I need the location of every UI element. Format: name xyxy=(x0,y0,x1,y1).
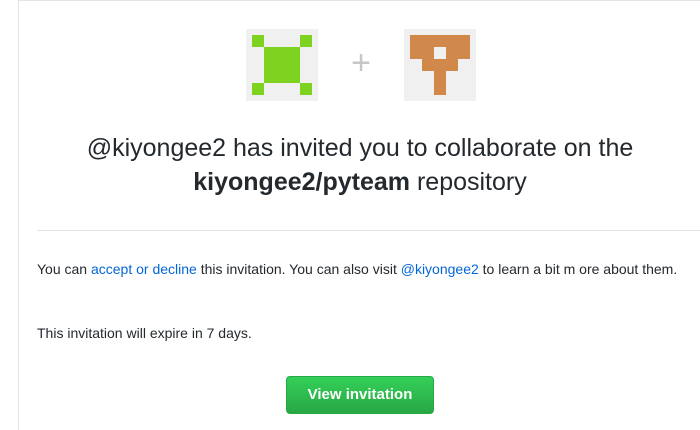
avatar-row: + xyxy=(19,29,700,101)
headline-line-2: kiyongee2/pyteam repository xyxy=(19,165,700,199)
invitation-headline: @kiyongee2 has invited you to collaborat… xyxy=(19,131,700,199)
repository-name: kiyongee2/pyteam xyxy=(193,168,411,196)
repository-avatar xyxy=(404,29,476,101)
invitation-email-card: + @kiyongee2 has invited you to collabor… xyxy=(18,0,700,430)
message-text-2: this invitation. You can also visit xyxy=(196,261,401,277)
headline-repo-suffix: repository xyxy=(410,168,527,196)
inviter-profile-link[interactable]: @kiyongee2 xyxy=(401,261,479,277)
expiry-notice: This invitation will expire in 7 days. xyxy=(37,325,252,341)
identicon-repository-icon xyxy=(404,29,476,101)
view-invitation-button[interactable]: View invitation xyxy=(286,376,434,414)
message-text-3: to learn a bit m ore about them. xyxy=(478,261,678,277)
accept-decline-link[interactable]: accept or decline xyxy=(91,261,197,277)
message-text-1: You can xyxy=(37,261,91,277)
identicon-inviter-icon xyxy=(246,29,318,101)
invitation-message: You can accept or decline this invitatio… xyxy=(37,259,682,279)
inviter-avatar xyxy=(246,29,318,101)
section-divider xyxy=(37,230,700,231)
plus-separator: + xyxy=(351,44,371,82)
headline-line-1: @kiyongee2 has invited you to collaborat… xyxy=(86,134,634,162)
